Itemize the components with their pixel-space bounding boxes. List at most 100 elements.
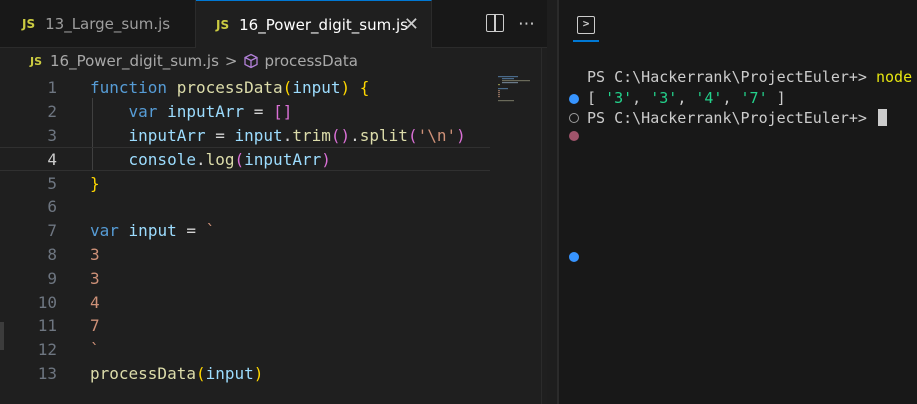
line-number: 9 <box>47 268 57 288</box>
code-token: inputArr <box>167 102 245 122</box>
code-token: var <box>128 102 158 122</box>
code-editor[interactable]: 1 function processData(input) { 2 var in… <box>0 74 547 404</box>
editor-tab-bar: JS 13_Large_sum.js JS 16_Power_digit_sum… <box>0 0 547 48</box>
code-line[interactable]: 12 ` <box>0 338 490 362</box>
code-token: processData <box>176 78 283 98</box>
code-line[interactable]: 3 inputArr = input.trim().split('\n') <box>0 124 490 148</box>
code-token: = <box>253 102 264 122</box>
sash-marker <box>0 322 4 350</box>
output-token: , <box>722 89 732 107</box>
line-number: 2 <box>47 102 57 122</box>
code-token: '\n' <box>417 125 457 145</box>
code-token: split <box>359 125 408 145</box>
code-token: { <box>359 78 370 98</box>
command-success-icon[interactable] <box>569 252 579 262</box>
js-file-icon: JS <box>216 17 230 32</box>
code-line[interactable]: 13 processData(input) <box>0 362 490 386</box>
code-token: var <box>90 221 119 241</box>
code-line[interactable]: 9 3 <box>0 266 490 290</box>
output-token: '4' <box>695 89 723 107</box>
line-number: 10 <box>37 292 57 312</box>
line-number: 3 <box>47 125 57 145</box>
active-indicator <box>573 40 599 42</box>
line-number: 8 <box>47 244 57 264</box>
code-token: ` <box>205 221 216 241</box>
terminal-line: PS C:\Hackerrank\ProjectEuler+> node <box>587 68 912 86</box>
tab-13-large-sum[interactable]: JS 13_Large_sum.js <box>0 0 196 48</box>
code-line[interactable]: 6 <box>0 195 490 219</box>
terminal-output: [ '3', '3', '4', '7' ] <box>587 89 786 107</box>
tab-label: 13_Large_sum.js <box>45 15 171 33</box>
breadcrumb-symbol[interactable]: processData <box>264 52 357 70</box>
code-token: log <box>205 149 235 169</box>
output-token: [ <box>587 89 597 107</box>
output-token: ] <box>776 89 786 107</box>
breadcrumb-file[interactable]: 16_Power_digit_sum.js <box>50 52 219 70</box>
code-token: ) <box>340 78 351 98</box>
code-token: ` <box>90 340 100 360</box>
line-number: 6 <box>47 197 57 217</box>
line-number: 12 <box>37 340 57 360</box>
code-token: 3 <box>90 268 100 288</box>
code-line[interactable]: 11 7 <box>0 314 490 338</box>
code-token: console <box>128 149 196 169</box>
code-line[interactable]: 10 4 <box>0 290 490 314</box>
tab-16-power-digit-sum[interactable]: JS 16_Power_digit_sum.js ✕ <box>196 0 432 48</box>
terminal-command: node <box>876 68 913 86</box>
terminal-pane[interactable]: > PS C:\Hackerrank\ProjectEuler+> node [… <box>559 0 917 404</box>
split-editor-icon[interactable] <box>486 14 504 32</box>
line-number: 1 <box>47 78 57 98</box>
code-token: ( <box>234 149 245 169</box>
code-token: ) <box>456 125 466 145</box>
line-number: 11 <box>37 316 57 336</box>
code-token: trim <box>292 125 331 145</box>
output-token: '7' <box>740 89 768 107</box>
command-success-icon[interactable] <box>569 94 579 104</box>
line-number: 5 <box>47 173 57 193</box>
js-file-icon: JS <box>22 17 36 31</box>
code-line[interactable]: 5 } <box>0 171 490 195</box>
output-token: '3' <box>650 89 678 107</box>
code-token: . <box>350 125 360 145</box>
code-token: input <box>205 363 254 383</box>
command-error-icon[interactable] <box>569 131 579 141</box>
tab-label: 16_Power_digit_sum.js <box>239 15 408 34</box>
code-line[interactable]: 8 3 <box>0 243 490 267</box>
editor-scrollbar[interactable] <box>541 48 547 404</box>
code-token: . <box>195 149 206 169</box>
code-token: input <box>128 221 177 241</box>
code-token: input <box>234 125 283 145</box>
editor-actions: ⋯ <box>486 14 535 34</box>
close-icon[interactable]: ✕ <box>404 14 419 35</box>
method-cube-icon <box>244 53 259 69</box>
command-pending-icon[interactable] <box>569 113 579 123</box>
terminal-icon[interactable]: > <box>577 16 595 34</box>
code-token: = <box>186 221 196 241</box>
line-number: 13 <box>37 363 57 383</box>
line-number: 7 <box>47 221 57 241</box>
editor-pane: JS 13_Large_sum.js JS 16_Power_digit_sum… <box>0 0 547 404</box>
terminal-cursor <box>878 109 887 126</box>
code-token: () <box>330 125 351 145</box>
code-token: ( <box>282 78 293 98</box>
more-actions-icon[interactable]: ⋯ <box>518 14 535 34</box>
terminal-header: > <box>559 0 917 48</box>
code-line[interactable]: 1 function processData(input) { <box>0 76 490 100</box>
code-line-active[interactable]: 4 console.log(inputArr) <box>0 147 490 172</box>
output-token: , <box>677 89 687 107</box>
code-token: inputArr <box>244 149 322 169</box>
code-token: ( <box>195 363 206 383</box>
code-token: . <box>282 125 293 145</box>
code-token: ) <box>321 149 331 169</box>
code-line[interactable]: 7 var input = ` <box>0 219 490 243</box>
output-token: '3' <box>605 89 633 107</box>
js-file-icon: JS <box>30 54 43 68</box>
code-token: } <box>90 173 100 193</box>
code-line[interactable]: 2 var inputArr = [] <box>0 100 490 124</box>
code-token: function <box>90 78 168 98</box>
code-token: 3 <box>90 244 100 264</box>
line-number: 4 <box>47 149 57 169</box>
minimap[interactable] <box>494 74 542 114</box>
terminal-prompt: PS C:\Hackerrank\ProjectEuler+> <box>587 109 867 127</box>
code-token: 4 <box>90 292 100 312</box>
